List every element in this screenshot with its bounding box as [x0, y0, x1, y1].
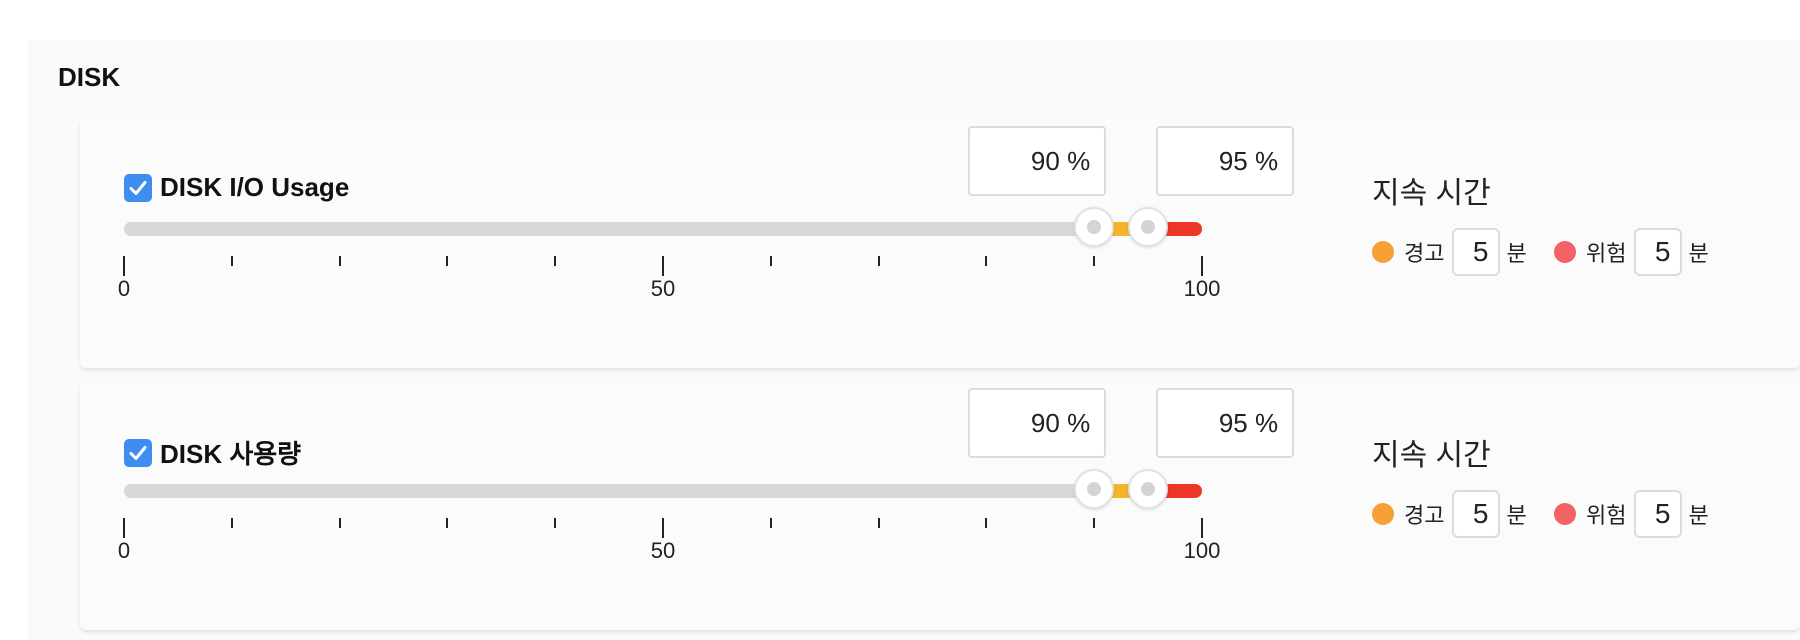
scale-tick-label: 0: [117, 538, 131, 563]
danger-dot-icon: [1554, 503, 1576, 525]
danger-duration-input[interactable]: 5: [1634, 490, 1683, 538]
warning-dot-icon: [1372, 503, 1394, 525]
metric-checkbox[interactable]: [124, 173, 152, 202]
warning-dot-icon: [1372, 241, 1394, 263]
scale-tick: [230, 256, 233, 266]
slider-scale: 0 50 100: [118, 256, 1220, 306]
warning-duration-unit: 분: [1506, 241, 1527, 266]
metric-checkbox-row[interactable]: DISK I/O Usage: [124, 172, 349, 203]
checkmark-icon: [129, 180, 147, 195]
danger-duration-unit: 분: [1688, 241, 1709, 266]
scale-tick: [662, 518, 664, 538]
scale-tick: [877, 518, 880, 528]
warning-duration-label: 경고: [1404, 241, 1445, 266]
warning-duration-input[interactable]: 5: [1452, 490, 1501, 538]
critical-threshold-tooltip: 95 %: [1156, 388, 1295, 458]
critical-threshold-value: 95 %: [1218, 146, 1279, 176]
slider-track[interactable]: [124, 222, 1202, 236]
metric-card-disk-usage: DISK 사용량 90 % 95 % 0 50 100 지속 시간 경고 5 분 위…: [80, 380, 1800, 630]
scale-tick: [123, 256, 125, 276]
metric-label: DISK 사용량: [160, 439, 302, 469]
scale-tick: [1201, 256, 1203, 276]
danger-duration: 위험 5 분: [1554, 228, 1709, 276]
critical-threshold-tooltip: 95 %: [1156, 126, 1295, 196]
duration-title: 지속 시간: [1372, 439, 1491, 472]
scale-tick-label: 50: [650, 538, 676, 563]
danger-duration-input[interactable]: 5: [1634, 228, 1683, 276]
duration-settings: 지속 시간 경고 5 분 위험 5 분: [1372, 430, 1709, 538]
scale-tick: [769, 256, 772, 266]
warning-threshold-value: 90 %: [1030, 408, 1091, 438]
scale-tick: [554, 518, 557, 528]
scale-tick-label: 100: [1183, 538, 1221, 563]
warning-duration: 경고 5 분: [1372, 228, 1527, 276]
danger-duration: 위험 5 분: [1554, 490, 1709, 538]
scale-tick: [554, 256, 557, 266]
warning-threshold-tooltip: 90 %: [968, 388, 1107, 458]
scale-tick-label: 100: [1183, 276, 1221, 301]
danger-dot-icon: [1554, 241, 1576, 263]
duration-settings: 지속 시간 경고 5 분 위험 5 분: [1372, 168, 1709, 276]
scale-tick: [338, 518, 341, 528]
warning-duration-label: 경고: [1404, 503, 1445, 528]
danger-duration-unit: 분: [1688, 503, 1709, 528]
critical-threshold-value: 95 %: [1218, 408, 1279, 438]
checkmark-icon: [129, 445, 147, 460]
warning-duration: 경고 5 분: [1372, 490, 1527, 538]
scale-tick-label: 0: [117, 276, 131, 301]
critical-threshold-handle[interactable]: [1128, 207, 1169, 247]
metric-card-disk-io: DISK I/O Usage 90 % 95 % 0 50 100 지속 시간 경고…: [80, 118, 1800, 368]
metric-checkbox[interactable]: [124, 438, 152, 467]
scale-tick: [985, 256, 988, 266]
scale-tick: [446, 256, 449, 266]
danger-duration-label: 위험: [1586, 241, 1627, 266]
scale-tick-label: 50: [650, 276, 676, 301]
danger-duration-label: 위험: [1586, 503, 1627, 528]
metric-label: DISK I/O Usage: [160, 172, 350, 202]
warning-threshold-tooltip: 90 %: [968, 126, 1107, 196]
slider-track[interactable]: [124, 484, 1202, 498]
warning-threshold-handle[interactable]: [1074, 469, 1115, 509]
warning-duration-unit: 분: [1506, 503, 1527, 528]
scale-tick: [338, 256, 341, 266]
scale-tick: [446, 518, 449, 528]
critical-threshold-handle[interactable]: [1128, 469, 1169, 509]
warning-threshold-handle[interactable]: [1074, 207, 1115, 247]
slider-scale: 0 50 100: [118, 518, 1220, 568]
duration-title: 지속 시간: [1372, 177, 1491, 210]
scale-tick: [123, 518, 125, 538]
scale-tick: [985, 518, 988, 528]
scale-tick: [1201, 518, 1203, 538]
scale-tick: [230, 518, 233, 528]
scale-tick: [1093, 256, 1096, 266]
scale-tick: [877, 256, 880, 266]
scale-tick: [1093, 518, 1096, 528]
scale-tick: [769, 518, 772, 528]
scale-tick: [662, 256, 664, 276]
warning-duration-input[interactable]: 5: [1452, 228, 1501, 276]
warning-threshold-value: 90 %: [1030, 146, 1091, 176]
section-title: DISK: [58, 62, 121, 92]
metric-checkbox-row[interactable]: DISK 사용량: [124, 434, 301, 471]
